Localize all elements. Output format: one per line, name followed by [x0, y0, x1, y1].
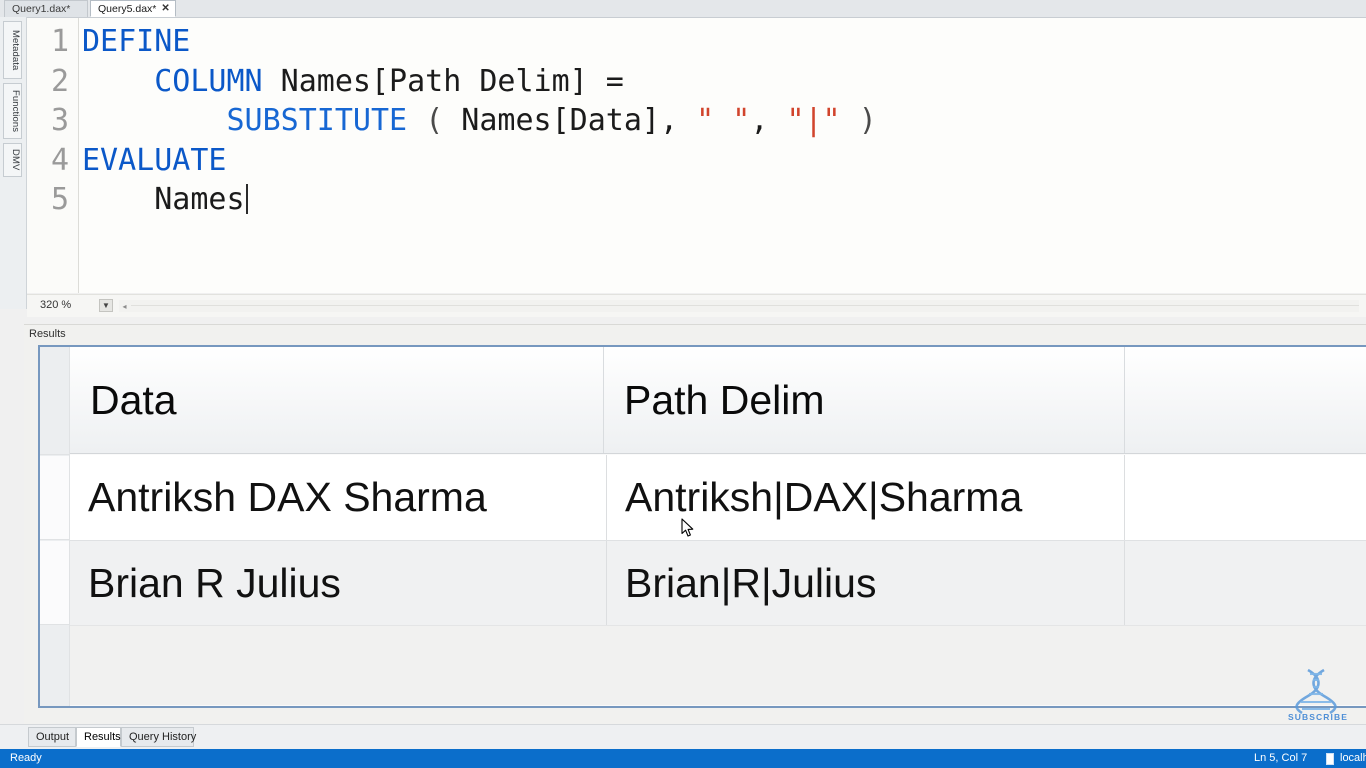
document-tab-label: Query5.dax* [98, 2, 157, 15]
sidebar-item-dmv[interactable]: DMV [3, 143, 22, 177]
column-header-path-delim[interactable]: Path Delim [604, 347, 1125, 453]
code-line: Names [82, 180, 1362, 220]
row-gutter-header [40, 347, 69, 455]
left-tool-tabs: Metadata Functions DMV [0, 17, 27, 309]
cell-data[interactable]: Brian R Julius [70, 541, 607, 625]
dax-studio-window: Query1.dax* Query5.dax* ✕ Metadata Funct… [0, 0, 1366, 768]
cell-empty[interactable] [1125, 455, 1366, 540]
column-header-data[interactable]: Data [70, 347, 604, 453]
sidebar-item-functions[interactable]: Functions [3, 83, 22, 139]
code-token: DEFINE [82, 24, 191, 59]
results-grid[interactable]: Data Path Delim Antriksh DAX Sharma Antr… [38, 345, 1366, 708]
code-token: Names[Data], [443, 103, 697, 138]
cell-path-delim[interactable]: Brian|R|Julius [607, 541, 1125, 625]
close-icon[interactable]: ✕ [161, 3, 169, 14]
tab-results[interactable]: Results [76, 727, 121, 747]
cell-path-delim[interactable]: Antriksh|DAX|Sharma [607, 455, 1125, 540]
table-row[interactable]: Brian R Julius Brian|R|Julius [70, 540, 1366, 625]
editor-horizontal-scrollbar[interactable]: ◂ [119, 300, 1359, 312]
code-token: EVALUATE [82, 142, 227, 178]
server-icon [1326, 753, 1334, 765]
tab-output[interactable]: Output [28, 727, 76, 747]
grid-row-gutter [40, 347, 70, 706]
line-number: 3 [50, 103, 69, 138]
cell-data[interactable]: Antriksh DAX Sharma [70, 455, 607, 540]
status-bar: Ready Ln 5, Col 7 localho [0, 749, 1366, 768]
code-token: SUBSTITUTE [226, 103, 408, 138]
bottom-tab-strip: Output Results Query History [0, 724, 1366, 749]
line-number-gutter: 1 2 3 4 5 [27, 18, 79, 293]
line-numbers: 1 2 3 4 5 [27, 18, 69, 220]
code-token: Names [82, 182, 245, 217]
scrollbar-track[interactable] [131, 305, 1359, 306]
code-text[interactable]: DEFINE COLUMN Names[Path Delim] = SUBSTI… [82, 22, 1362, 220]
row-gutter-cell[interactable] [40, 456, 69, 540]
cell-empty[interactable] [1125, 541, 1366, 625]
code-line: EVALUATE [82, 141, 1362, 181]
sidebar-item-metadata[interactable]: Metadata [3, 21, 22, 79]
zoom-level-label: 320 % [40, 299, 72, 311]
row-gutter-cell[interactable] [40, 541, 69, 625]
code-line: SUBSTITUTE ( Names[Data], " ", "|" ) [82, 101, 1362, 141]
document-tab-label: Query1.dax* [12, 3, 71, 15]
code-editor[interactable]: 1 2 3 4 5 DEFINE COLUMN Names[Path Delim] = … [27, 18, 1366, 293]
grid-empty-area [70, 625, 1366, 705]
code-token: COLUMN [154, 63, 263, 99]
document-tab-query1[interactable]: Query1.dax* [4, 0, 88, 17]
code-token: ) [858, 103, 877, 138]
scroll-left-icon[interactable]: ◂ [119, 300, 130, 312]
results-pane-title: Results [29, 328, 66, 340]
tab-query-history[interactable]: Query History [121, 727, 196, 747]
code-line: DEFINE [82, 22, 1362, 62]
text-caret [245, 184, 248, 214]
results-pane: Results Data Path Delim Antriksh DAX Sha… [24, 324, 1366, 725]
line-number: 2 [50, 63, 69, 99]
status-text: Ready [10, 752, 42, 764]
chevron-down-icon[interactable]: ▼ [99, 299, 113, 312]
code-token: ( [425, 103, 444, 138]
document-tab-strip: Query1.dax* Query5.dax* ✕ [0, 0, 1366, 18]
line-number: 5 [50, 182, 69, 217]
column-header-empty[interactable] [1125, 347, 1366, 453]
code-line: COLUMN Names[Path Delim] = [82, 62, 1362, 102]
editor-zoom-bar: 320 % ▼ ◂ [27, 294, 1366, 317]
line-number: 1 [50, 24, 69, 59]
grid-header-row: Data Path Delim [70, 347, 1366, 454]
table-row[interactable]: Antriksh DAX Sharma Antriksh|DAX|Sharma [70, 455, 1366, 540]
code-token: Names[Path Delim] = [262, 63, 624, 99]
document-tab-query5[interactable]: Query5.dax* ✕ [90, 0, 176, 17]
code-token: , [750, 103, 787, 138]
server-name: localho [1340, 752, 1366, 764]
code-token: "|" [786, 103, 841, 138]
line-number: 4 [50, 142, 69, 178]
code-token: " " [696, 103, 751, 138]
cursor-position-indicator: Ln 5, Col 7 [1254, 752, 1308, 764]
